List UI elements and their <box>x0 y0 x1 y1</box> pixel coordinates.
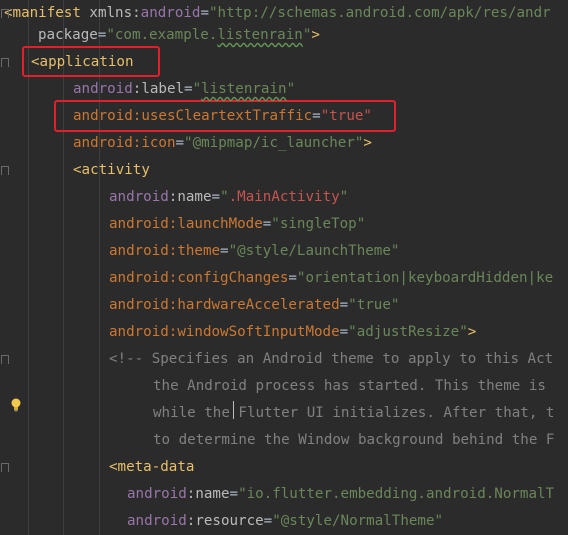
code-token: :resource <box>186 513 264 529</box>
code-token: <application <box>31 54 134 70</box>
code-line[interactable]: android:hardwareAccelerated="true" <box>109 292 399 319</box>
indent-guide <box>28 0 29 535</box>
code-token: android:theme <box>109 243 221 259</box>
code-line[interactable]: while the Flutter UI initializes. After … <box>153 400 554 427</box>
code-line[interactable]: android:label="listenrain" <box>73 76 295 103</box>
code-line[interactable]: android:theme="@style/LaunchTheme" <box>109 238 399 265</box>
code-token: "io.flutter.embedding.android.NormalT <box>238 486 555 502</box>
code-token: = <box>184 81 193 97</box>
code-token: "@style/LaunchTheme" <box>228 243 400 259</box>
code-line[interactable]: android:windowSoftInputMode="adjustResiz… <box>109 319 476 346</box>
code-token: android:launchMode <box>109 216 263 232</box>
fold-marker-icon[interactable] <box>1 9 9 18</box>
code-token: = <box>175 135 185 151</box>
code-token: android <box>73 81 133 97</box>
code-token: "singleTop" <box>271 216 366 232</box>
code-token: " <box>339 189 349 205</box>
code-token: " <box>286 81 296 97</box>
code-token: "orientation|keyboardHidden|ke <box>296 270 554 286</box>
code-token: > <box>363 135 372 151</box>
code-token: = <box>288 270 297 286</box>
code-token: the Android process has started. This th… <box>153 378 546 394</box>
code-line[interactable]: <activity <box>73 157 150 184</box>
code-token: = <box>263 513 273 529</box>
code-token: listenrain <box>201 81 287 97</box>
code-token: "http://schemas.android.com/apk/res/andr <box>209 5 551 21</box>
code-line[interactable]: to determine the Window background behin… <box>153 427 554 454</box>
code-editor[interactable]: <manifest xmlns:android="http://schemas.… <box>0 0 568 535</box>
code-line[interactable]: android:name=".MainActivity" <box>109 184 348 211</box>
code-token: " <box>192 81 202 97</box>
code-token: android <box>109 189 169 205</box>
lightbulb-icon[interactable] <box>10 398 22 412</box>
code-line[interactable]: package="com.example.listenrain"> <box>38 22 320 49</box>
fold-marker-icon[interactable] <box>1 355 9 364</box>
code-token: <manifest <box>4 5 90 21</box>
code-token: = <box>211 189 221 205</box>
code-token: "@mipmap/ic_launcher" <box>184 135 364 151</box>
code-token: :name <box>168 189 212 205</box>
code-token: android:hardwareAccelerated <box>109 297 340 313</box>
code-token: <!-- Specifies an Android theme to apply… <box>109 351 554 367</box>
code-line[interactable]: the Android process has started. This th… <box>153 373 546 400</box>
code-token: " <box>220 189 229 205</box>
code-token: to determine the Window background behin… <box>153 432 555 448</box>
code-token: "@style/NormalTheme" <box>272 513 444 529</box>
code-token: android:windowSoftInputMode <box>109 324 340 340</box>
fold-marker-icon[interactable] <box>1 58 9 67</box>
code-token: "true" <box>320 108 372 124</box>
code-token: = <box>339 324 349 340</box>
code-token: .MainActivity <box>228 189 340 205</box>
code-line[interactable]: android:resource="@style/NormalTheme" <box>127 508 443 535</box>
code-line[interactable]: android:launchMode="singleTop" <box>109 211 365 238</box>
code-token: "com.example. <box>106 27 218 43</box>
code-token: android <box>127 486 187 502</box>
code-token: = <box>339 297 349 313</box>
fold-marker-icon[interactable] <box>1 463 9 472</box>
code-line[interactable]: android:configChanges="orientation|keybo… <box>109 265 553 292</box>
code-line[interactable]: android:usesCleartextTraffic="true" <box>73 103 372 130</box>
code-token: = <box>200 5 210 21</box>
code-token: "adjustResize" <box>348 324 468 340</box>
code-line[interactable]: <!-- Specifies an Android theme to apply… <box>109 346 553 373</box>
code-token: Flutter UI initializes. After that, t <box>229 405 555 421</box>
code-token: <activity <box>73 162 150 178</box>
indent-guide <box>63 0 64 535</box>
code-token: <meta-data <box>109 459 195 475</box>
code-line[interactable]: android:name="io.flutter.embedding.andro… <box>127 481 554 508</box>
code-token: = <box>312 108 321 124</box>
code-token: android:icon <box>73 135 176 151</box>
code-token: android:usesCleartextTraffic <box>73 108 313 124</box>
code-token: listenrain <box>217 27 303 43</box>
code-token: while the <box>153 405 230 421</box>
code-token: = <box>229 486 239 502</box>
code-token: android <box>140 5 201 21</box>
code-token: android:configChanges <box>109 270 289 286</box>
code-token: :name <box>186 486 230 502</box>
code-token: :label <box>132 81 185 97</box>
code-line[interactable]: android:icon="@mipmap/ic_launcher"> <box>73 130 372 157</box>
code-token: package <box>38 27 98 43</box>
code-line[interactable]: <meta-data <box>109 454 194 481</box>
code-token: > <box>467 324 477 340</box>
code-token: > <box>311 27 320 43</box>
code-token: android <box>127 513 187 529</box>
code-line[interactable]: <application <box>31 49 134 76</box>
code-token: = <box>262 216 272 232</box>
code-token: "true" <box>348 297 400 313</box>
code-token: xmlns: <box>89 5 141 21</box>
fold-marker-icon[interactable] <box>1 166 9 175</box>
code-token: = <box>220 243 229 259</box>
